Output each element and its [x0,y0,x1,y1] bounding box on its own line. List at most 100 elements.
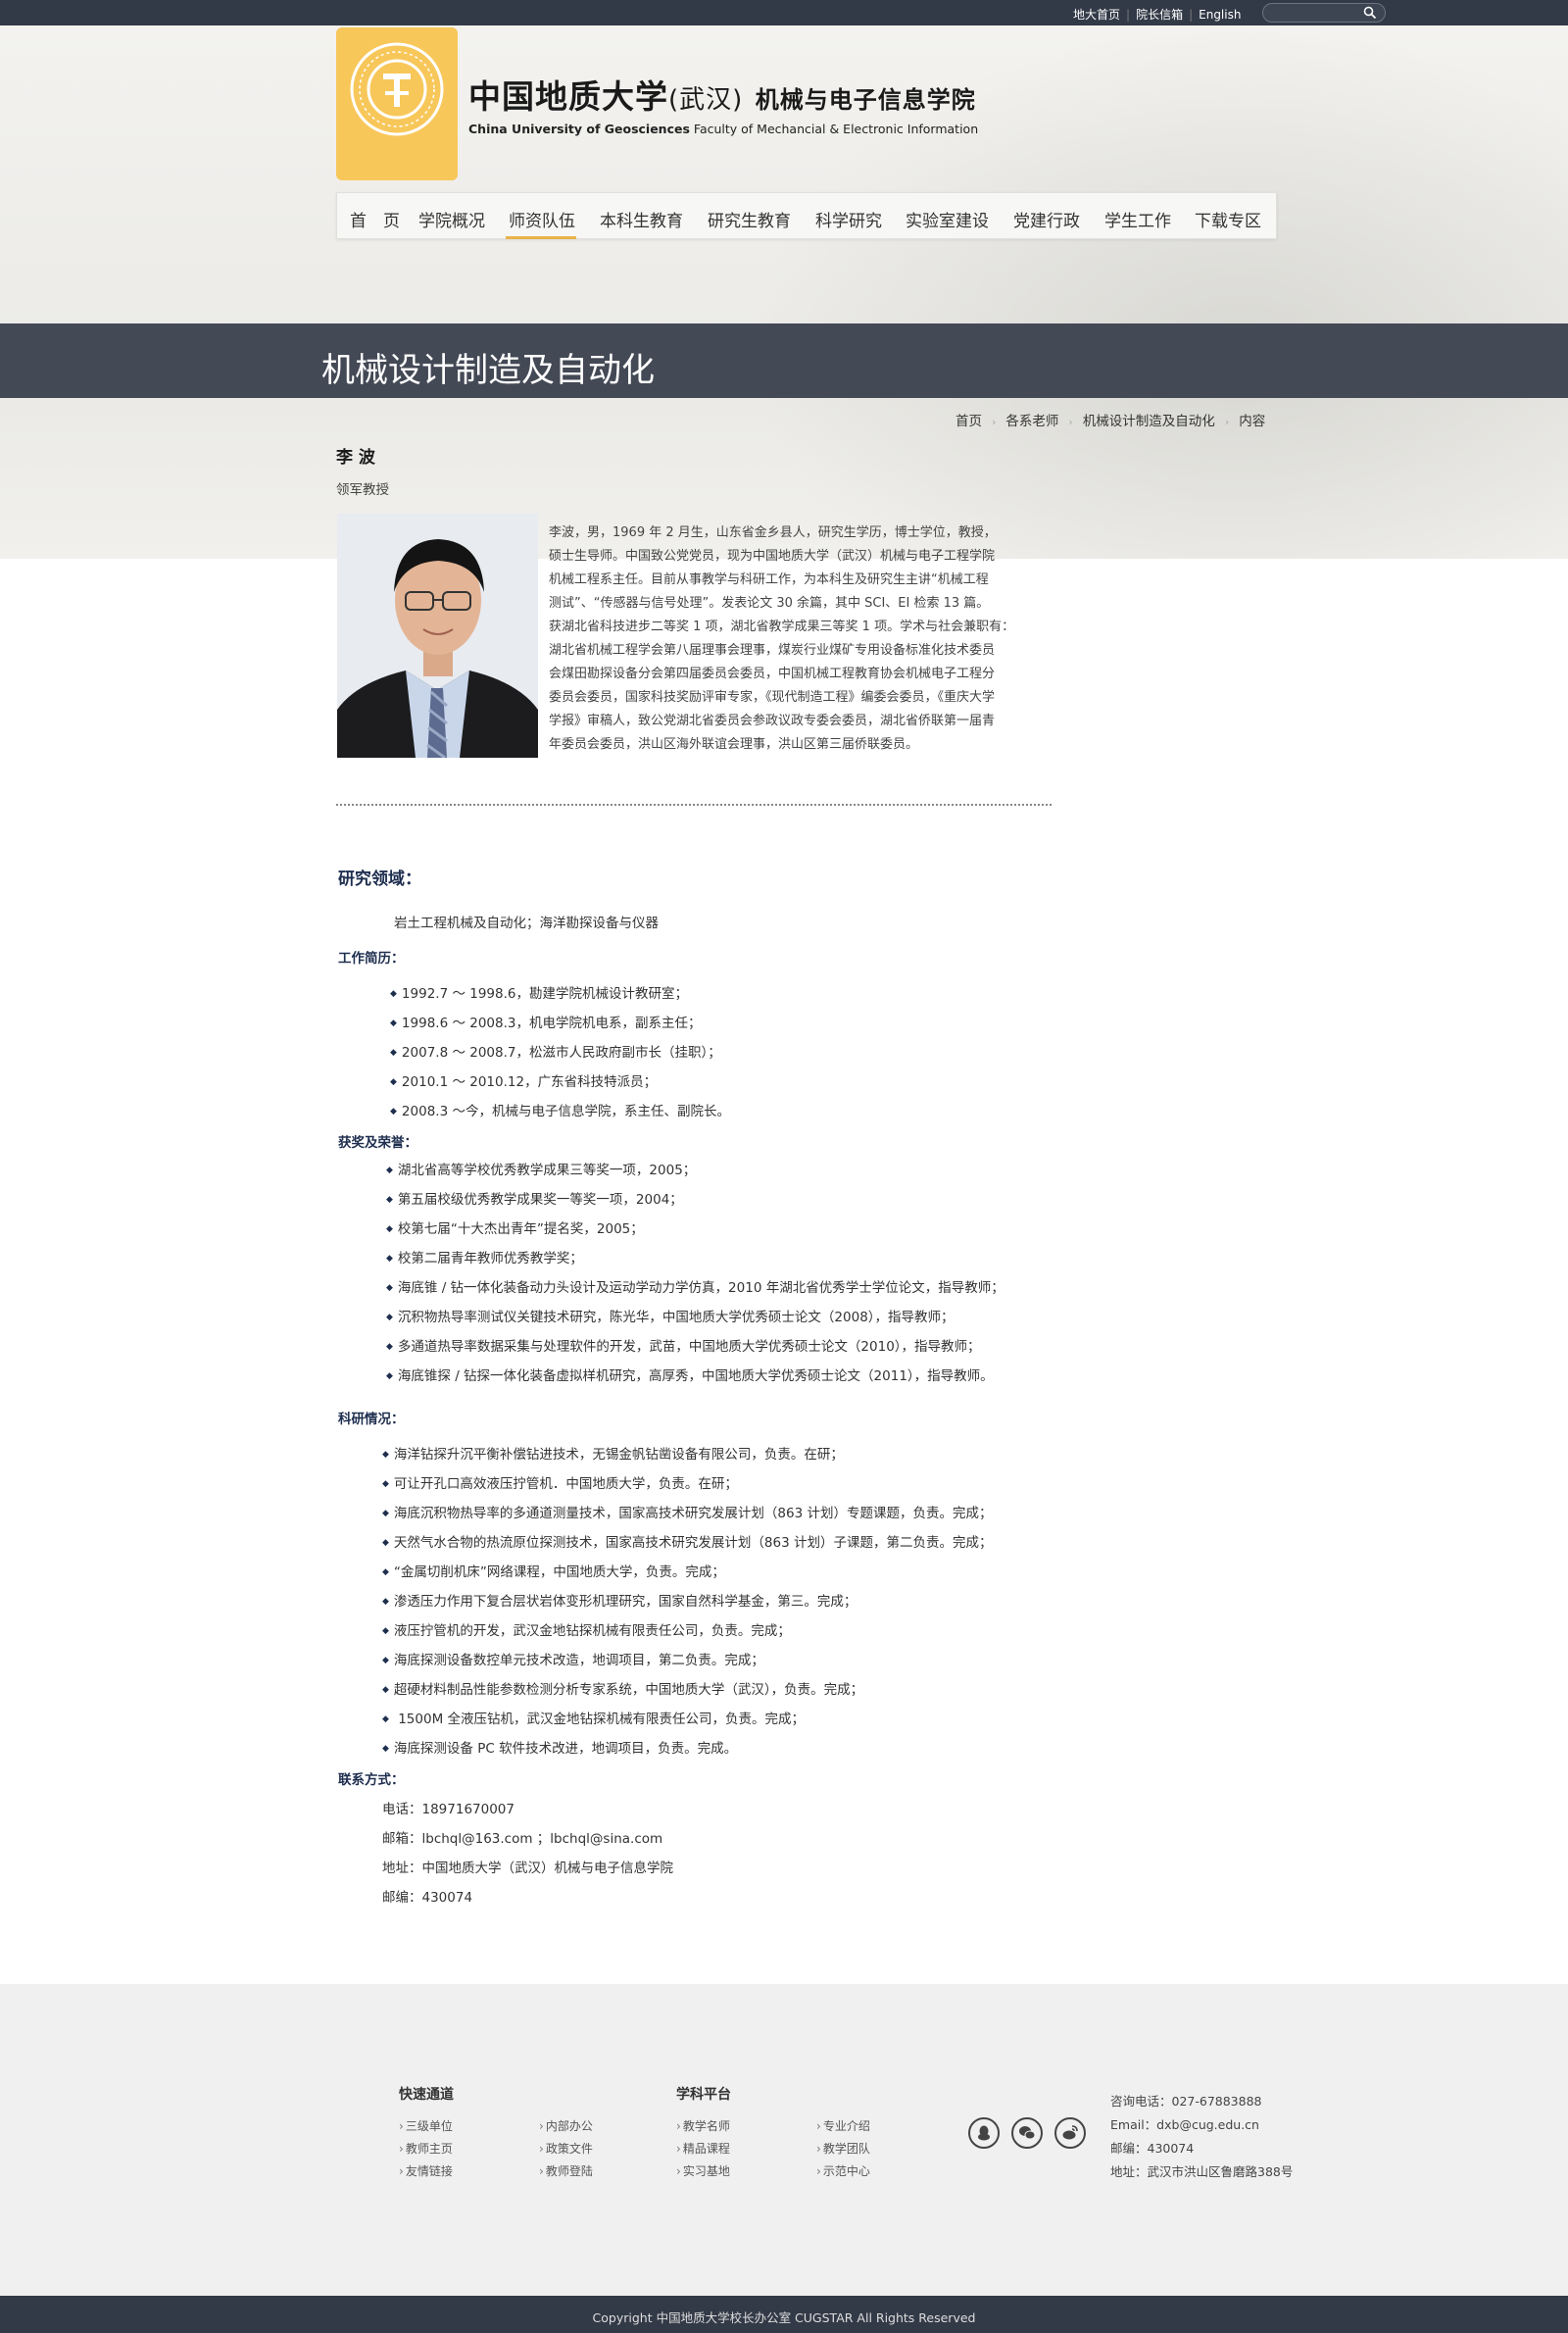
contact-address: 地址：中国地质大学（武汉）机械与电子信息学院 [382,1861,673,1876]
profile-photo [337,514,538,758]
footer-link[interactable]: › 精品课程 [676,2140,730,2157]
bio-line: 年委员会委员，洪山区海外联谊会理事，洪山区第三届侨联委员。 [549,737,919,752]
bullet-icon: ◆ [390,1077,397,1087]
bullet-icon: ◆ [390,1018,397,1028]
college-name-cn: 中国地质大学(武汉) 机械与电子信息学院 [468,71,976,118]
top-links: 地大首页 | 院长信箱 | English [1073,6,1241,23]
bullet-icon: ◆ [382,1479,389,1489]
bullet-icon: ◆ [386,1195,393,1205]
footer-link[interactable]: › 教师主页 [399,2140,453,2157]
bullet-icon: ◆ [386,1313,393,1322]
contact-email: 邮箱：lbchql@163.com ；lbchql@sina.com [382,1831,663,1847]
bullet-icon: ◆ [382,1626,389,1636]
footer-link[interactable]: › 教学团队 [816,2140,870,2157]
footer-link[interactable]: › 内部办公 [539,2117,593,2134]
bullet-icon: ◆ [382,1538,389,1548]
footer-link[interactable]: › 友情链接 [399,2162,453,2179]
chevron-right-icon: › [676,2142,681,2156]
bio-line: 李波，男，1969 年 2 月生，山东省金乡县人，研究生学历，博士学位，教授， [549,525,997,540]
link-cug-home[interactable]: 地大首页 [1073,8,1120,22]
weibo-icon[interactable] [1054,2117,1086,2149]
chevron-right-icon: › [1068,416,1073,428]
search-box[interactable] [1262,3,1386,23]
chevron-right-icon: › [816,2164,821,2178]
nav-downloads[interactable]: 下载专区 [1195,207,1261,231]
person-name: 李 波 [336,448,375,468]
footer-link[interactable]: › 三级单位 [399,2117,453,2134]
list-item: ◆ 第五届校级优秀教学成果奖一等奖一项，2004； [386,1192,683,1208]
qq-icon[interactable] [968,2117,1000,2149]
chevron-right-icon: › [816,2142,821,2156]
contact-heading: 联系方式： [338,1772,405,1788]
nav-undergraduate[interactable]: 本科生教育 [600,207,683,231]
footer-link[interactable]: › 专业介绍 [816,2117,870,2134]
list-item: ◆ 1998.6 ～ 2008.3，机电学院机电系，副系主任； [390,1016,702,1031]
bullet-icon: ◆ [390,989,397,999]
breadcrumb-current: 内容 [1239,414,1266,429]
bio-line: 学报》审稿人，致公党湖北省委员会参政议政专委会委员，湖北省侨联第一届青 [549,714,996,728]
contact-phone: 电话：18971670007 [382,1802,514,1817]
bullet-icon: ◆ [386,1254,393,1264]
section-divider [336,804,1052,806]
list-item: ◆ 液压拧管机的开发，武汉金地钻探机械有限责任公司，负责。完成； [382,1623,791,1639]
bullet-icon: ◆ [386,1166,393,1175]
bullet-icon: ◆ [382,1744,389,1754]
bio-line: 获湖北省科技进步二等奖 1 项，湖北省教学成果三等奖 1 项。学术与社会兼职有： [549,620,1015,634]
nav-college-overview[interactable]: 学院概况 [418,207,485,231]
search-icon[interactable] [1363,6,1377,20]
list-item: ◆ 海底沉积物热导率的多通道测量技术，国家高技术研究发展计划（863 计划）专题课… [382,1506,993,1521]
footer-postcode: 邮编：430074 [1110,2141,1195,2156]
nav-student-affairs[interactable]: 学生工作 [1104,207,1171,231]
university-logo[interactable] [336,27,458,180]
nav-graduate[interactable]: 研究生教育 [708,207,791,231]
nav-research[interactable]: 科学研究 [815,207,882,231]
bullet-icon: ◆ [386,1342,393,1352]
list-item: ◆ 海底锥 / 钻一体化装备动力头设计及运动学动力学仿真，2010 年湖北省优秀学… [386,1280,1004,1296]
footer-link[interactable]: › 教学名师 [676,2117,730,2134]
breadcrumb-home[interactable]: 首页 [956,414,982,429]
separator: | [1126,8,1131,22]
nav-home[interactable]: 首 页 [350,207,400,231]
bullet-icon: ◆ [390,1107,397,1117]
chevron-right-icon: › [676,2164,681,2178]
awards-heading: 获奖及荣誉： [338,1135,417,1151]
quick-links-heading: 快速通道 [399,2087,454,2103]
bio-line: 委员会委员，国家科技奖励评审专家，《现代制造工程》编委会委员，《重庆大学 [549,690,996,705]
footer-link[interactable]: › 实习基地 [676,2162,730,2179]
chevron-right-icon: › [399,2164,404,2178]
projects-heading: 科研情况： [338,1412,405,1427]
top-utility-bar: 地大首页 | 院长信箱 | English [0,0,1568,25]
university-name: 中国地质大学 [468,77,668,116]
bio-line: 湖北省机械工程学会第八届理事会理事，煤炭行业煤矿专用设备标准化技术委员 [549,643,996,658]
bio-line: 会煤田勘探设备分会第四届委员会委员，中国机械工程教育协会机械电子工程分 [549,667,996,681]
search-input[interactable] [1273,6,1351,20]
footer-link[interactable]: › 教师登陆 [539,2162,593,2179]
breadcrumb: 首页 › 各系老师 › 机械设计制造及自动化 › 内容 [956,410,1265,429]
footer-phone: 咨询电话：027-67883888 [1110,2094,1262,2109]
nav-faculty[interactable]: 师资队伍 [509,207,575,231]
link-dean-mailbox[interactable]: 院长信箱 [1136,8,1183,22]
chevron-right-icon: › [1224,416,1230,428]
breadcrumb-teachers[interactable]: 各系老师 [1005,414,1058,429]
research-fields: 岩土工程机械及自动化；海洋勘探设备与仪器 [394,916,659,931]
footer-link[interactable]: › 政策文件 [539,2140,593,2157]
list-item: ◆ 海底锥探 / 钻探一体化装备虚拟样机研究，高厚秀，中国地质大学优秀硕士论文（2… [386,1368,994,1384]
link-english[interactable]: English [1199,8,1241,22]
list-item: ◆ 渗透压力作用下复合层状岩体变形机理研究，国家自然科学基金，第三。完成； [382,1594,858,1610]
list-item: ◆ 1500M 全液压钻机，武汉金地钻探机械有限责任公司，负责。完成； [382,1712,806,1727]
footer-link[interactable]: › 示范中心 [816,2162,870,2179]
bullet-icon: ◆ [382,1714,389,1724]
nav-lab-construction[interactable]: 实验室建设 [906,207,989,231]
bullet-icon: ◆ [386,1224,393,1234]
copyright-bar: Copyright 中国地质大学校长办公室 CUGSTAR All Rights… [0,2296,1568,2333]
breadcrumb-department[interactable]: 机械设计制造及自动化 [1083,414,1215,429]
list-item: ◆ 海底探测设备数控单元技术改造，地调项目，第二负责。完成； [382,1653,764,1668]
wechat-icon[interactable] [1011,2117,1043,2149]
footer-address: 地址：武汉市洪山区鲁磨路388号 [1110,2164,1294,2179]
list-item: ◆ 超硬材料制品性能参数检测分析专家系统，中国地质大学（武汉），负责。完成； [382,1682,864,1698]
bullet-icon: ◆ [382,1656,389,1665]
platform-heading: 学科平台 [676,2087,731,2103]
chevron-right-icon: › [539,2164,544,2178]
footer [0,1984,1568,2296]
nav-party-admin[interactable]: 党建行政 [1013,207,1080,231]
